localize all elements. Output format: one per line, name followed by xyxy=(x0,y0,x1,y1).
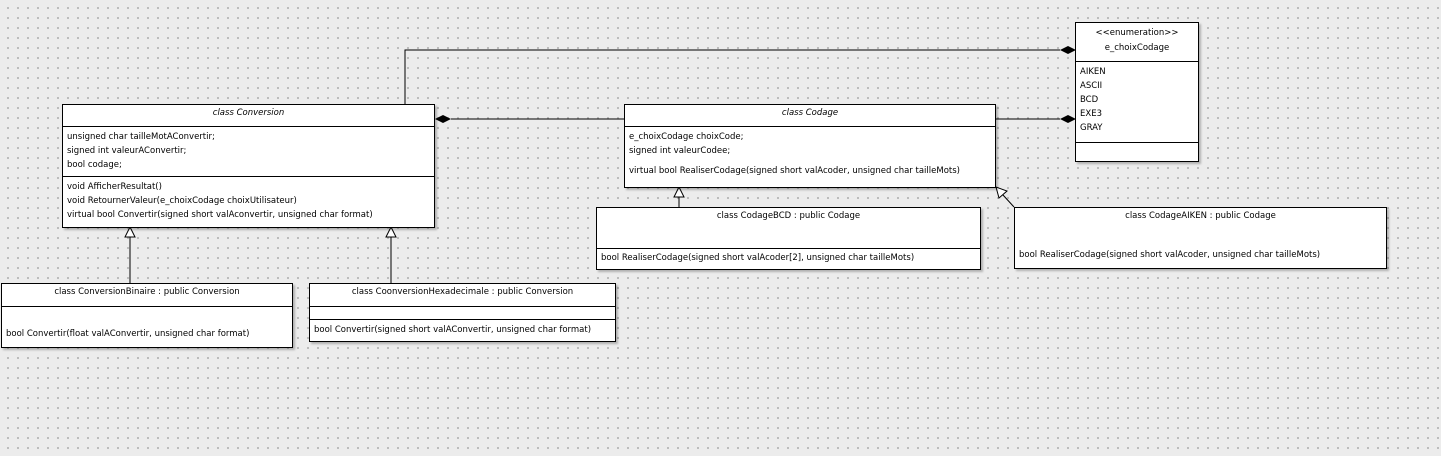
composition-line-conversion-enum[interactable] xyxy=(404,49,1060,104)
class-conversion-binaire-methods: bool Convertir(float valAConvertir, unsi… xyxy=(2,306,292,347)
enum-header: <<enumeration>> e_choixCodage xyxy=(1076,23,1198,61)
composition-diamond-enum-bottom xyxy=(1060,115,1076,123)
method: void AfficherResultat() xyxy=(67,182,162,192)
enum-value: GRAY xyxy=(1080,123,1103,133)
class-conversion-hexadecimale-attributes xyxy=(310,306,615,319)
method: bool Convertir(float valAConvertir, unsi… xyxy=(6,329,250,339)
inheritance-line-aiken[interactable] xyxy=(1002,194,1015,208)
method: void RetournerValeur(e_choixCodage choix… xyxy=(67,196,297,206)
class-codage-aiken-title: class CodageAIKEN : public Codage xyxy=(1125,211,1276,221)
class-codage-bcd[interactable]: class CodageBCD : public Codage bool Rea… xyxy=(596,207,981,270)
enum-value: ASCII xyxy=(1080,81,1103,91)
class-codage[interactable]: class Codage e_choixCodage choixCode; si… xyxy=(624,104,996,188)
class-conversion-hexadecimale-methods: bool Convertir(signed short valAConverti… xyxy=(310,319,615,341)
method: bool Convertir(signed short valAConverti… xyxy=(314,325,592,335)
class-conversion-binaire[interactable]: class ConversionBinaire : public Convers… xyxy=(1,283,293,348)
method: bool RealiserCodage(signed short valAcod… xyxy=(601,253,915,263)
class-conversion-methods: void AfficherResultat() void RetournerVa… xyxy=(63,176,434,227)
class-codage-title: class Codage xyxy=(781,108,839,118)
enum-value: EXE3 xyxy=(1080,109,1102,119)
attribute: signed int valeurAConvertir; xyxy=(67,146,187,156)
method: virtual bool RealiserCodage(signed short… xyxy=(629,166,960,176)
class-conversion[interactable]: class Conversion unsigned char tailleMot… xyxy=(62,104,435,228)
attribute: bool codage; xyxy=(67,160,122,170)
class-conversion-hexadecimale[interactable]: class CoonversionHexadecimale : public C… xyxy=(309,283,616,342)
enum-empty-section xyxy=(1076,142,1198,161)
composition-diamond-conversion xyxy=(435,115,451,123)
class-codage-aiken-methods: bool RealiserCodage(signed short valAcod… xyxy=(1015,244,1386,268)
enum-values: AIKEN ASCII BCD EXE3 GRAY xyxy=(1076,61,1198,142)
class-conversion-title: class Conversion xyxy=(212,108,285,118)
class-codage-aiken[interactable]: class CodageAIKEN : public Codage bool R… xyxy=(1014,207,1387,269)
class-codage-bcd-methods: bool RealiserCodage(signed short valAcod… xyxy=(597,248,980,269)
inheritance-arrow-bcd xyxy=(673,185,685,198)
inheritance-arrow-aiken xyxy=(995,186,1008,199)
enum-value: AIKEN xyxy=(1080,67,1106,77)
class-conversion-hexadecimale-title: class CoonversionHexadecimale : public C… xyxy=(351,287,574,297)
class-codage-members: e_choixCodage choixCode; signed int vale… xyxy=(625,126,995,187)
enum-name: e_choixCodage xyxy=(1104,43,1170,53)
class-conversion-binaire-title: class ConversionBinaire : public Convers… xyxy=(54,287,240,297)
enum-e-choixcodage[interactable]: <<enumeration>> e_choixCodage AIKEN ASCI… xyxy=(1075,22,1199,162)
diagram-canvas[interactable]: class Conversion unsigned char tailleMot… xyxy=(0,0,1441,456)
method: bool RealiserCodage(signed short valAcod… xyxy=(1019,250,1321,260)
class-conversion-attributes: unsigned char tailleMotAConvertir; signe… xyxy=(63,126,434,176)
enum-stereotype: <<enumeration>> xyxy=(1095,28,1179,38)
inheritance-arrow-binaire xyxy=(124,225,136,238)
attribute: unsigned char tailleMotAConvertir; xyxy=(67,132,215,142)
inheritance-arrow-hexa xyxy=(385,225,397,238)
class-codage-bcd-title: class CodageBCD : public Codage xyxy=(716,211,861,221)
method: virtual bool Convertir(signed short valA… xyxy=(67,210,373,220)
attribute: e_choixCodage choixCode; xyxy=(629,132,744,142)
composition-diamond-enum-top xyxy=(1060,46,1076,54)
attribute: signed int valeurCodee; xyxy=(629,146,731,156)
enum-value: BCD xyxy=(1080,95,1099,105)
